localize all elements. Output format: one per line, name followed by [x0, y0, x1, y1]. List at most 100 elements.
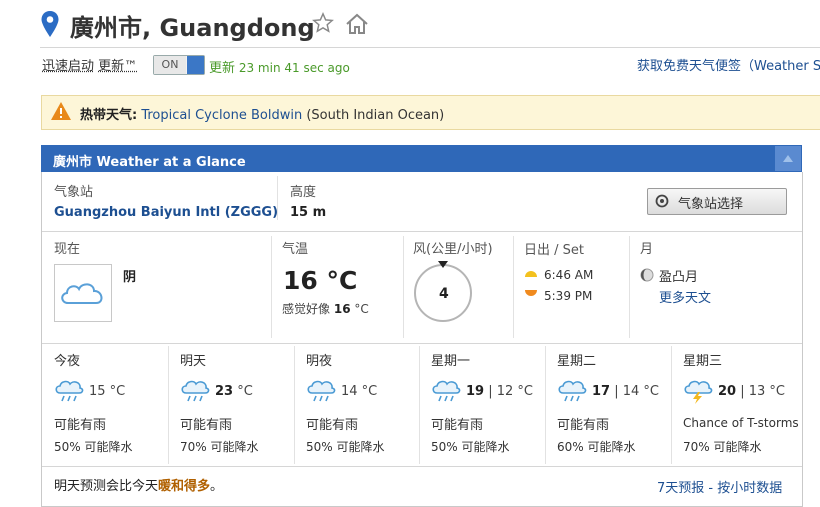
- forecast-divider: [545, 346, 546, 464]
- forecast-summary: 明天预测会比今天暖和得多。: [54, 475, 223, 494]
- forecast-high: 20: [718, 384, 737, 399]
- feels-unit: °C: [354, 302, 369, 316]
- quick-update-label[interactable]: 迅速启动 更新™: [42, 55, 137, 74]
- forecast-precip: 70% 可能降水: [180, 440, 259, 454]
- gear-icon: [655, 194, 669, 208]
- forecast-temp: 17 | 14 °C: [592, 384, 659, 399]
- forecast-condition: 可能有雨: [180, 418, 233, 433]
- collapse-button[interactable]: [775, 146, 801, 171]
- alert-text: 热带天气: Tropical Cyclone Boldwin (South In…: [80, 104, 444, 123]
- forecast-divider: [294, 346, 295, 464]
- wind-speed: 4: [439, 286, 449, 302]
- forecast-day-name: 今夜: [54, 354, 81, 369]
- elevation-value: 15 m: [290, 205, 327, 220]
- toggle-label: ON: [154, 56, 186, 74]
- feels-label: 感觉好像: [282, 302, 331, 316]
- rain-cloud-icon: [55, 380, 84, 402]
- row-divider-1: [42, 231, 802, 232]
- forecast-low: | 14 °C: [614, 384, 659, 399]
- moon-phase-icon: [640, 268, 654, 282]
- forecast-day-0[interactable]: 今夜: [54, 350, 80, 369]
- station-label: 气象站: [54, 185, 94, 200]
- location-pin-icon: [41, 11, 59, 37]
- forecast-day-5[interactable]: 星期三: [683, 350, 722, 369]
- sunset-icon: [525, 290, 537, 296]
- station-divider: [277, 176, 278, 220]
- feels-like: 感觉好像 16 °C: [282, 300, 369, 317]
- forecast-low: | 12 °C: [488, 384, 533, 399]
- forecast-day-name: 明夜: [306, 354, 333, 369]
- station-select-label: 气象站选择: [678, 197, 744, 212]
- forecast-high: 17: [592, 384, 611, 399]
- weather-sticker-link[interactable]: 获取免费天气便签（Weather S: [637, 55, 820, 74]
- forecast-day-name: 星期二: [557, 354, 597, 369]
- forecast-links[interactable]: 7天预报 - 按小时数据: [657, 477, 782, 496]
- forecast-temp-value: °C: [237, 384, 253, 399]
- update-text[interactable]: 更新™: [98, 59, 137, 74]
- forecast-high: 19: [466, 384, 485, 399]
- header-divider: [40, 47, 820, 48]
- rain-cloud-icon: [307, 380, 336, 402]
- star-icon[interactable]: [312, 12, 334, 34]
- forecast-day-3[interactable]: 星期一: [431, 350, 470, 369]
- row-divider-3: [42, 466, 802, 467]
- quick-start-text[interactable]: 迅速启动: [42, 59, 94, 74]
- forecast-temp-value: 15 °C: [89, 384, 126, 399]
- moon-phase: 盈凸月: [659, 270, 699, 285]
- cloud-icon: [61, 283, 103, 304]
- forecast-temp: 20 | 13 °C: [718, 384, 785, 399]
- forecast-day-1[interactable]: 明天: [180, 350, 206, 369]
- elevation-label: 高度: [290, 185, 317, 200]
- rain-cloud-icon: [181, 380, 210, 402]
- current-condition: 阴: [123, 270, 137, 285]
- rain-cloud-icon: [558, 380, 587, 402]
- forecast-precip: 50% 可能降水: [54, 440, 133, 454]
- station-name[interactable]: Guangzhou Baiyun Intl (ZGGG): [54, 205, 278, 220]
- forecast-condition: 可能有雨: [306, 418, 359, 433]
- home-icon[interactable]: [344, 12, 370, 36]
- summary-highlight: 暖和得多: [158, 479, 211, 494]
- summary-suffix: 。: [210, 479, 224, 494]
- forecast-day-4[interactable]: 星期二: [557, 350, 596, 369]
- wind-label: 风(公里/小时): [413, 242, 493, 257]
- rain-cloud-icon: [432, 380, 461, 402]
- thunderstorm-icon: [684, 380, 713, 404]
- more-astronomy-link[interactable]: 更多天文: [659, 287, 711, 306]
- current-icon-frame: [54, 264, 112, 322]
- forecast-condition: 可能有雨: [431, 418, 484, 433]
- sun-label: 日出 / Set: [524, 243, 584, 258]
- moon-label: 月: [640, 242, 654, 257]
- updated-time: 23 min 41 sec ago: [238, 61, 350, 75]
- now-divider: [271, 236, 272, 338]
- forecast-divider: [168, 346, 169, 464]
- forecast-day-name: 星期三: [683, 354, 723, 369]
- warning-icon: [51, 102, 71, 120]
- forecast-temp-value: 14 °C: [341, 384, 378, 399]
- page-title: 廣州市, Guangdong: [70, 14, 315, 42]
- station-select-button[interactable]: 气象站选择: [647, 188, 787, 215]
- forecast-temp: 14 °C: [341, 384, 377, 399]
- temp-label: 气温: [282, 242, 309, 257]
- cyclone-link[interactable]: Tropical Cyclone Boldwin: [141, 108, 302, 123]
- updated-prefix: 更新: [209, 61, 236, 76]
- toggle-knob[interactable]: [187, 56, 204, 74]
- auto-update-toggle[interactable]: ON: [153, 55, 205, 75]
- sun-divider: [629, 236, 630, 338]
- summary-prefix: 明天预测会比今天: [54, 479, 159, 494]
- forecast-day-name: 星期一: [431, 354, 471, 369]
- sunset-time: 5:39 PM: [544, 289, 593, 303]
- alert-label: 热带天气:: [80, 108, 138, 123]
- feels-value: 16: [333, 302, 351, 316]
- forecast-day-name: 明天: [180, 354, 207, 369]
- forecast-precip: 60% 可能降水: [557, 440, 636, 454]
- forecast-precip: 70% 可能降水: [683, 440, 762, 454]
- forecast-temp: 15 °C: [89, 384, 125, 399]
- wind-divider: [513, 236, 514, 338]
- forecast-condition: 可能有雨: [54, 418, 107, 433]
- glance-panel: [41, 172, 803, 507]
- temp-divider: [403, 236, 404, 338]
- alert-region: (South Indian Ocean): [306, 108, 445, 123]
- forecast-day-2[interactable]: 明夜: [306, 350, 332, 369]
- glance-title: 廣州市 Weather at a Glance: [53, 155, 246, 170]
- forecast-temp: 19 | 12 °C: [466, 384, 533, 399]
